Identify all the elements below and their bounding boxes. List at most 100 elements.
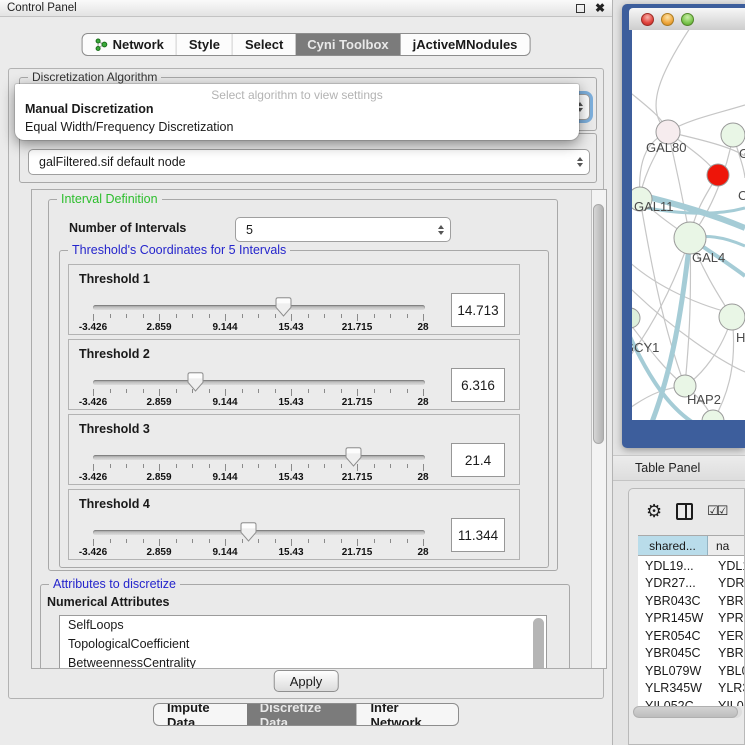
control-panel-tabbar: Network Style Select Cyni Toolbox jActiveMNo… xyxy=(82,33,531,56)
table-row[interactable]: YIL052CYIL0 xyxy=(638,697,744,706)
cell-shared-name[interactable]: YBR045C xyxy=(638,645,708,663)
table-data-combobox[interactable]: galFiltered.sif default node xyxy=(28,149,590,175)
cell-name[interactable]: YBR0 xyxy=(708,592,744,610)
network-canvas[interactable]: GAL80GGAL11CGAL4GCY1HHAP2 xyxy=(632,30,745,420)
tab-select[interactable]: Select xyxy=(233,34,295,55)
cyni-bottom-tabbar: Impute DataDiscretize Data Infer Network xyxy=(153,703,459,726)
cell-shared-name[interactable]: YBR043C xyxy=(638,592,708,610)
stepper-icon xyxy=(438,225,444,235)
scrollbar-thumb[interactable] xyxy=(593,204,604,444)
network-node-label: GAL11 xyxy=(634,199,674,214)
threshold-value-field[interactable]: 14.713 xyxy=(451,293,505,327)
network-node[interactable] xyxy=(702,410,724,420)
network-node-label: C xyxy=(738,188,745,203)
threshold-value-field[interactable]: 21.4 xyxy=(451,443,505,477)
tab-jactivemnodules[interactable]: jActiveMNodules xyxy=(401,34,530,55)
columns-icon[interactable] xyxy=(676,503,693,520)
stepper-icon xyxy=(577,157,583,167)
tick-label: 28 xyxy=(417,397,428,408)
column-header-name[interactable]: na xyxy=(708,536,744,555)
float-window-icon[interactable] xyxy=(576,4,585,13)
tick-label: 15.43 xyxy=(278,547,303,558)
network-edge[interactable] xyxy=(656,30,692,132)
cell-shared-name[interactable]: YDR27... xyxy=(638,575,708,593)
threshold-panel: Threshold 2 -3.4262.8599.14415.4321.7152… xyxy=(68,339,520,410)
cell-shared-name[interactable]: YDL19... xyxy=(638,557,708,575)
bottom-tab-impute-data[interactable]: Impute Data xyxy=(154,704,247,725)
network-icon xyxy=(95,38,108,51)
table-row[interactable]: YBL079WYBL0 xyxy=(638,662,744,680)
slider-track[interactable] xyxy=(93,305,425,310)
cell-name[interactable]: YBL0 xyxy=(708,662,744,680)
cell-name[interactable]: YDL1 xyxy=(708,557,744,575)
minimize-traffic-light-icon[interactable] xyxy=(661,13,674,26)
bottom-tab-discretize-data[interactable]: Discretize Data xyxy=(247,704,357,725)
network-node[interactable] xyxy=(707,164,729,186)
table-row[interactable]: YDL19...YDL1 xyxy=(638,557,744,575)
table-row[interactable]: YLR345WYLR3 xyxy=(638,680,744,698)
select-columns-icon[interactable]: ☑☑ xyxy=(707,503,726,519)
settings-scroll-area: Interval Definition Number of Intervals … xyxy=(31,189,607,669)
cell-name[interactable]: YDR2 xyxy=(708,575,744,593)
threshold-value-field[interactable]: 6.316 xyxy=(451,368,505,402)
tab-cyni-toolbox[interactable]: Cyni Toolbox xyxy=(295,34,400,55)
attributes-list[interactable]: SelfLoopsTopologicalCoefficientBetweenne… xyxy=(59,615,547,669)
slider-track[interactable] xyxy=(93,530,425,535)
cell-shared-name[interactable]: YPR145W xyxy=(638,610,708,628)
table-row[interactable]: YDR27...YDR2 xyxy=(638,575,744,593)
tab-label: Network xyxy=(113,37,164,52)
table-horizontal-scrollbar[interactable] xyxy=(633,706,742,718)
table-data-combobox-value: galFiltered.sif default node xyxy=(39,155,186,169)
cell-name[interactable]: YBR0 xyxy=(708,645,744,663)
table-row[interactable]: YBR045CYBR0 xyxy=(638,645,744,663)
bottom-tab-infer-network[interactable]: Infer Network xyxy=(356,704,458,725)
settings-vertical-scrollbar[interactable] xyxy=(591,190,606,668)
slider-handle[interactable] xyxy=(275,297,292,317)
threshold-value-field[interactable]: 11.344 xyxy=(451,518,505,552)
tab-network[interactable]: Network xyxy=(83,34,177,55)
network-node[interactable] xyxy=(632,308,640,328)
gear-icon[interactable]: ⚙ xyxy=(646,502,662,520)
slider-handle[interactable] xyxy=(240,522,257,542)
cell-name[interactable]: YER0 xyxy=(708,627,744,645)
dropdown-option[interactable]: Manual Discretization xyxy=(15,101,579,119)
close-icon[interactable]: ✖ xyxy=(595,4,605,13)
table-row[interactable]: YPR145WYPR1 xyxy=(638,610,744,628)
attribute-list-item[interactable]: BetweennessCentrality xyxy=(60,654,546,669)
slider-handle[interactable] xyxy=(345,447,362,467)
thresholds-group-title: Threshold's Coordinates for 5 Intervals xyxy=(68,243,290,257)
network-window-titlebar xyxy=(629,8,745,30)
zoom-traffic-light-icon[interactable] xyxy=(681,13,694,26)
column-header-shared[interactable]: shared... xyxy=(638,536,708,555)
attribute-list-item[interactable]: SelfLoops xyxy=(60,616,546,635)
scrollbar-thumb[interactable] xyxy=(633,706,738,718)
table-row[interactable]: YBR043CYBR0 xyxy=(638,592,744,610)
control-panel-window: Control Panel ✖ NetworkStyleSelectCyni T… xyxy=(0,0,613,745)
apply-button[interactable]: Apply xyxy=(274,670,339,692)
cell-shared-name[interactable]: YIL052C xyxy=(638,697,708,706)
dropdown-option[interactable]: Equal Width/Frequency Discretization xyxy=(15,119,579,137)
cell-shared-name[interactable]: YBL079W xyxy=(638,662,708,680)
tab-style[interactable]: Style xyxy=(177,34,233,55)
close-traffic-light-icon[interactable] xyxy=(641,13,654,26)
cell-name[interactable]: YPR1 xyxy=(708,610,744,628)
table-data-groupbox: Table Data galFiltered.sif default node xyxy=(19,133,597,183)
cell-shared-name[interactable]: YLR345W xyxy=(638,680,708,698)
network-node[interactable] xyxy=(721,123,745,147)
tick-label: 21.715 xyxy=(342,472,373,483)
tab-label: Cyni Toolbox xyxy=(307,37,388,52)
cell-shared-name[interactable]: YER054C xyxy=(638,627,708,645)
tab-label: Infer Network xyxy=(370,703,445,726)
cell-name[interactable]: YIL0 xyxy=(708,697,744,706)
slider-track[interactable] xyxy=(93,380,425,385)
tab-label: Style xyxy=(189,37,220,52)
attributes-list-scrollbar[interactable] xyxy=(533,618,544,669)
slider-handle[interactable] xyxy=(187,372,204,392)
table-row[interactable]: YER054CYER0 xyxy=(638,627,744,645)
cell-name[interactable]: YLR3 xyxy=(708,680,744,698)
attribute-list-item[interactable]: TopologicalCoefficient xyxy=(60,635,546,654)
num-intervals-combobox[interactable]: 5 xyxy=(235,217,451,242)
slider-track[interactable] xyxy=(93,455,425,460)
tick-label: -3.426 xyxy=(79,472,107,483)
network-node[interactable] xyxy=(719,304,745,330)
